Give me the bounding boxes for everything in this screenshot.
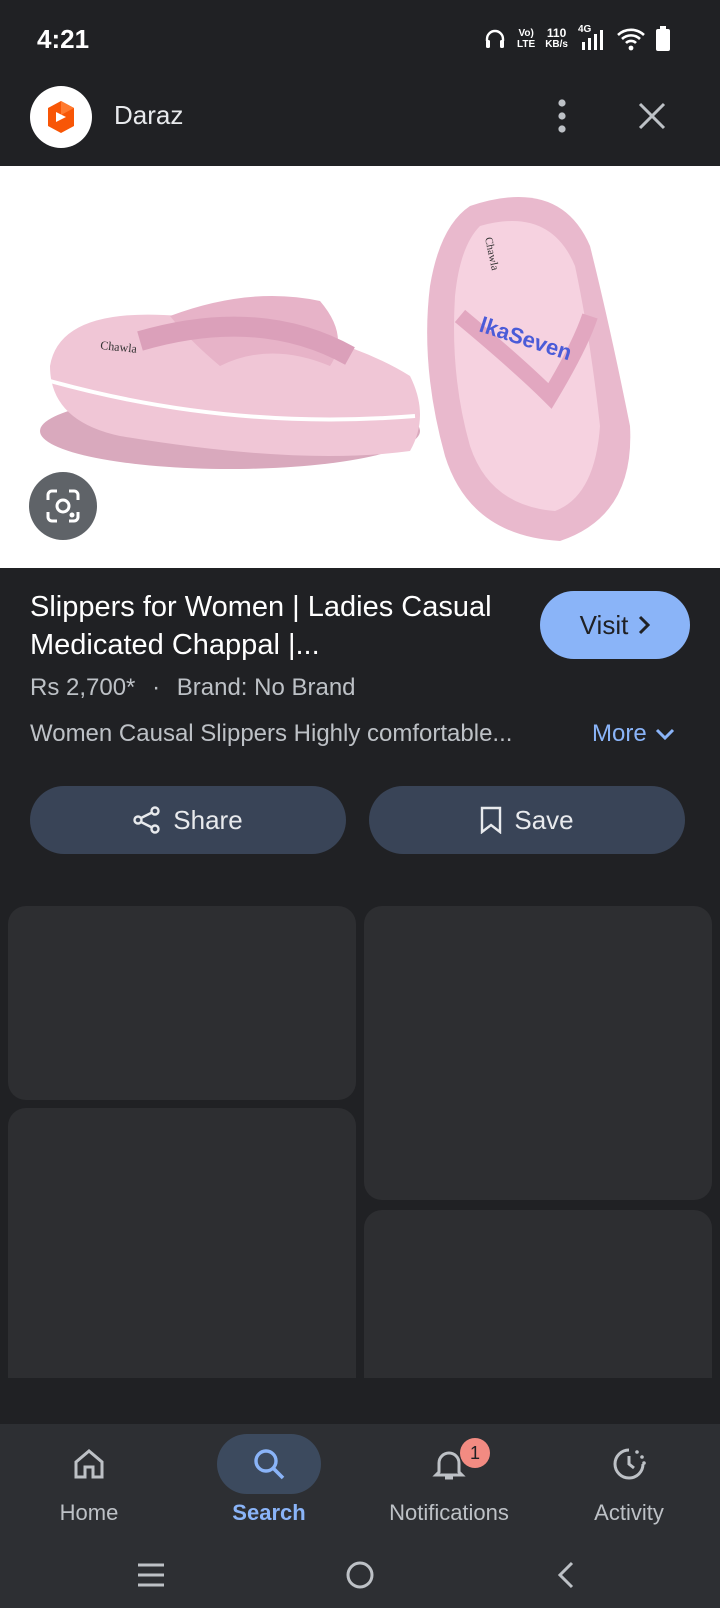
wifi-icon bbox=[617, 28, 645, 51]
header: Daraz bbox=[0, 80, 720, 166]
close-icon[interactable] bbox=[630, 94, 674, 138]
price-row: Rs 2,700* · Brand: No Brand bbox=[30, 674, 356, 702]
product-title[interactable]: Slippers for Women | Ladies Casual Medic… bbox=[30, 588, 510, 664]
headphones-icon bbox=[485, 29, 505, 48]
nav-search-label: Search bbox=[232, 1500, 306, 1525]
nav-notifications-label: Notifications bbox=[389, 1500, 509, 1525]
product-image[interactable]: Chawla lkaSeven Chawla bbox=[0, 166, 720, 568]
share-button[interactable]: Share bbox=[30, 786, 346, 854]
bookmark-icon bbox=[481, 806, 502, 834]
chevron-right-icon bbox=[639, 615, 651, 635]
nav-search[interactable]: Search bbox=[184, 1434, 354, 1534]
history-icon bbox=[613, 1448, 646, 1480]
product-description: Women Causal Slippers Highly comfortable… bbox=[30, 720, 513, 747]
system-nav-bar bbox=[0, 1540, 720, 1608]
nav-home-label: Home bbox=[59, 1500, 119, 1525]
nav-home[interactable]: Home bbox=[4, 1434, 174, 1534]
price: Rs 2,700* bbox=[30, 674, 136, 701]
pink-slippers-image: Chawla lkaSeven Chawla bbox=[40, 197, 631, 541]
volte-indicator: Vo) LTE bbox=[517, 28, 536, 50]
visit-label: Visit bbox=[579, 609, 629, 640]
recents-icon[interactable] bbox=[136, 1562, 166, 1588]
placeholder-card bbox=[364, 906, 712, 1200]
network-speed: 110 KB/s bbox=[545, 26, 568, 50]
save-button[interactable]: Save bbox=[369, 786, 685, 854]
placeholder-card bbox=[8, 906, 356, 1100]
chevron-down-icon bbox=[655, 728, 674, 740]
placeholder-card bbox=[364, 1210, 712, 1378]
more-label: More bbox=[592, 720, 647, 747]
brand: Brand: No Brand bbox=[176, 674, 356, 701]
home-icon bbox=[74, 1449, 104, 1479]
save-label: Save bbox=[514, 804, 574, 835]
separator: · bbox=[152, 674, 161, 701]
back-icon[interactable] bbox=[556, 1560, 576, 1590]
status-bar: 4:21 Vo) LTE 110 KB/s 4G bbox=[0, 0, 720, 80]
search-icon bbox=[254, 1449, 285, 1480]
placeholder-card bbox=[8, 1108, 356, 1378]
nav-activity[interactable]: Activity bbox=[544, 1434, 714, 1534]
notification-badge: 1 bbox=[460, 1438, 490, 1468]
nav-notifications[interactable]: 1 Notifications bbox=[364, 1434, 534, 1534]
share-label: Share bbox=[173, 804, 243, 835]
daraz-logo-icon[interactable] bbox=[30, 86, 92, 148]
status-time: 4:21 bbox=[37, 24, 90, 54]
lens-icon[interactable] bbox=[29, 472, 97, 540]
site-name: Daraz bbox=[114, 100, 184, 130]
home-circle-icon[interactable] bbox=[345, 1560, 375, 1590]
more-button[interactable]: More bbox=[592, 720, 675, 748]
visit-button[interactable]: Visit bbox=[540, 591, 690, 659]
battery-icon bbox=[656, 26, 670, 51]
nav-activity-label: Activity bbox=[594, 1500, 664, 1525]
more-vert-icon[interactable] bbox=[540, 94, 584, 138]
status-icons: Vo) LTE 110 KB/s 4G bbox=[483, 24, 670, 52]
signal-icon: 4G bbox=[578, 24, 606, 52]
share-icon bbox=[133, 806, 160, 834]
